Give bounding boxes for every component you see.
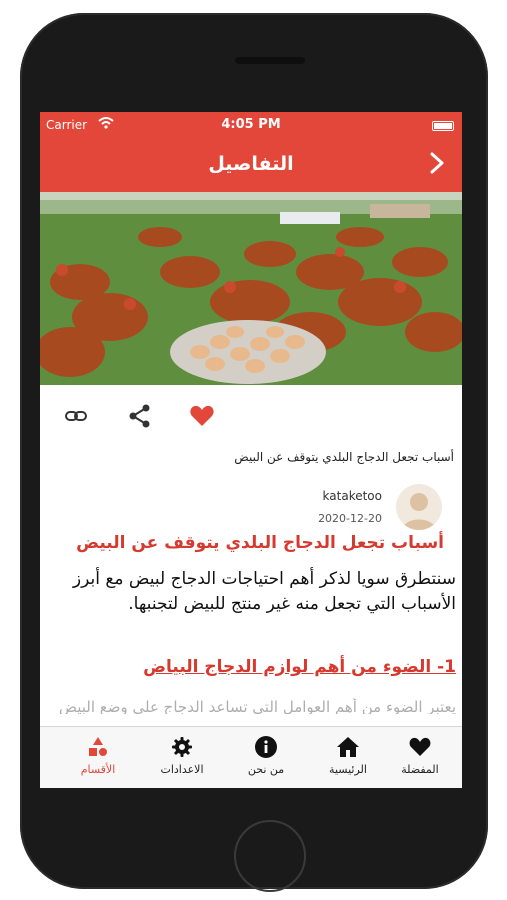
- gear-icon: [172, 737, 192, 757]
- speaker-grille: [235, 57, 305, 64]
- tab-bar: الأقسام الاعدادات من نحن الرئيسية المفضل…: [40, 726, 462, 788]
- section-preview: يعتبر الضوء من أهم العوامل التي تساعد ال…: [58, 698, 456, 714]
- chevron-right-icon[interactable]: [424, 150, 450, 176]
- categories-icon: [89, 737, 107, 756]
- avatar: [396, 484, 442, 530]
- hero-image: [40, 192, 462, 385]
- tab-settings[interactable]: الاعدادات: [140, 735, 224, 785]
- author-name: kataketoo: [322, 489, 382, 503]
- article-title: أسباب تجعل الدجاج البلدي يتوقف عن البيض: [76, 533, 444, 553]
- article-subtitle: أسباب تجعل الدجاج البلدي يتوقف عن البيض: [234, 450, 454, 464]
- status-time: 4:05 PM: [221, 117, 281, 132]
- publish-date: 2020-12-20: [318, 512, 382, 525]
- page-title: التفاصيل: [208, 153, 294, 175]
- tab-about[interactable]: من نحن: [224, 735, 308, 785]
- home-icon: [337, 737, 359, 757]
- heart-icon[interactable]: [188, 402, 216, 430]
- navigation-bar: التفاصيل: [40, 140, 462, 192]
- home-button[interactable]: [234, 820, 306, 892]
- action-bar: [40, 398, 462, 434]
- heart-icon: [409, 737, 431, 756]
- status-bar: Carrier 4:05 PM: [40, 112, 462, 140]
- app-screen: Carrier 4:05 PM التفاصيل أسباب تجعل الدج…: [40, 112, 462, 788]
- tab-label: المفضلة: [401, 763, 439, 776]
- section-heading: 1- الضوء من أهم لوازم الدجاج البياض: [143, 657, 456, 677]
- tab-label: من نحن: [247, 763, 285, 776]
- tab-label: الأقسام: [80, 763, 116, 776]
- battery-icon: [432, 121, 454, 131]
- share-icon[interactable]: [126, 402, 154, 430]
- info-icon: [255, 736, 277, 758]
- link-icon[interactable]: [62, 402, 90, 430]
- article-intro: سنتطرق سويا لذكر أهم احتياجات الدجاج لبي…: [72, 569, 456, 614]
- author-row: kataketoo 2020-12-20: [40, 482, 462, 532]
- tab-favorites[interactable]: المفضلة: [378, 735, 462, 785]
- tab-categories[interactable]: الأقسام: [56, 735, 140, 785]
- tab-label: الاعدادات: [160, 763, 204, 776]
